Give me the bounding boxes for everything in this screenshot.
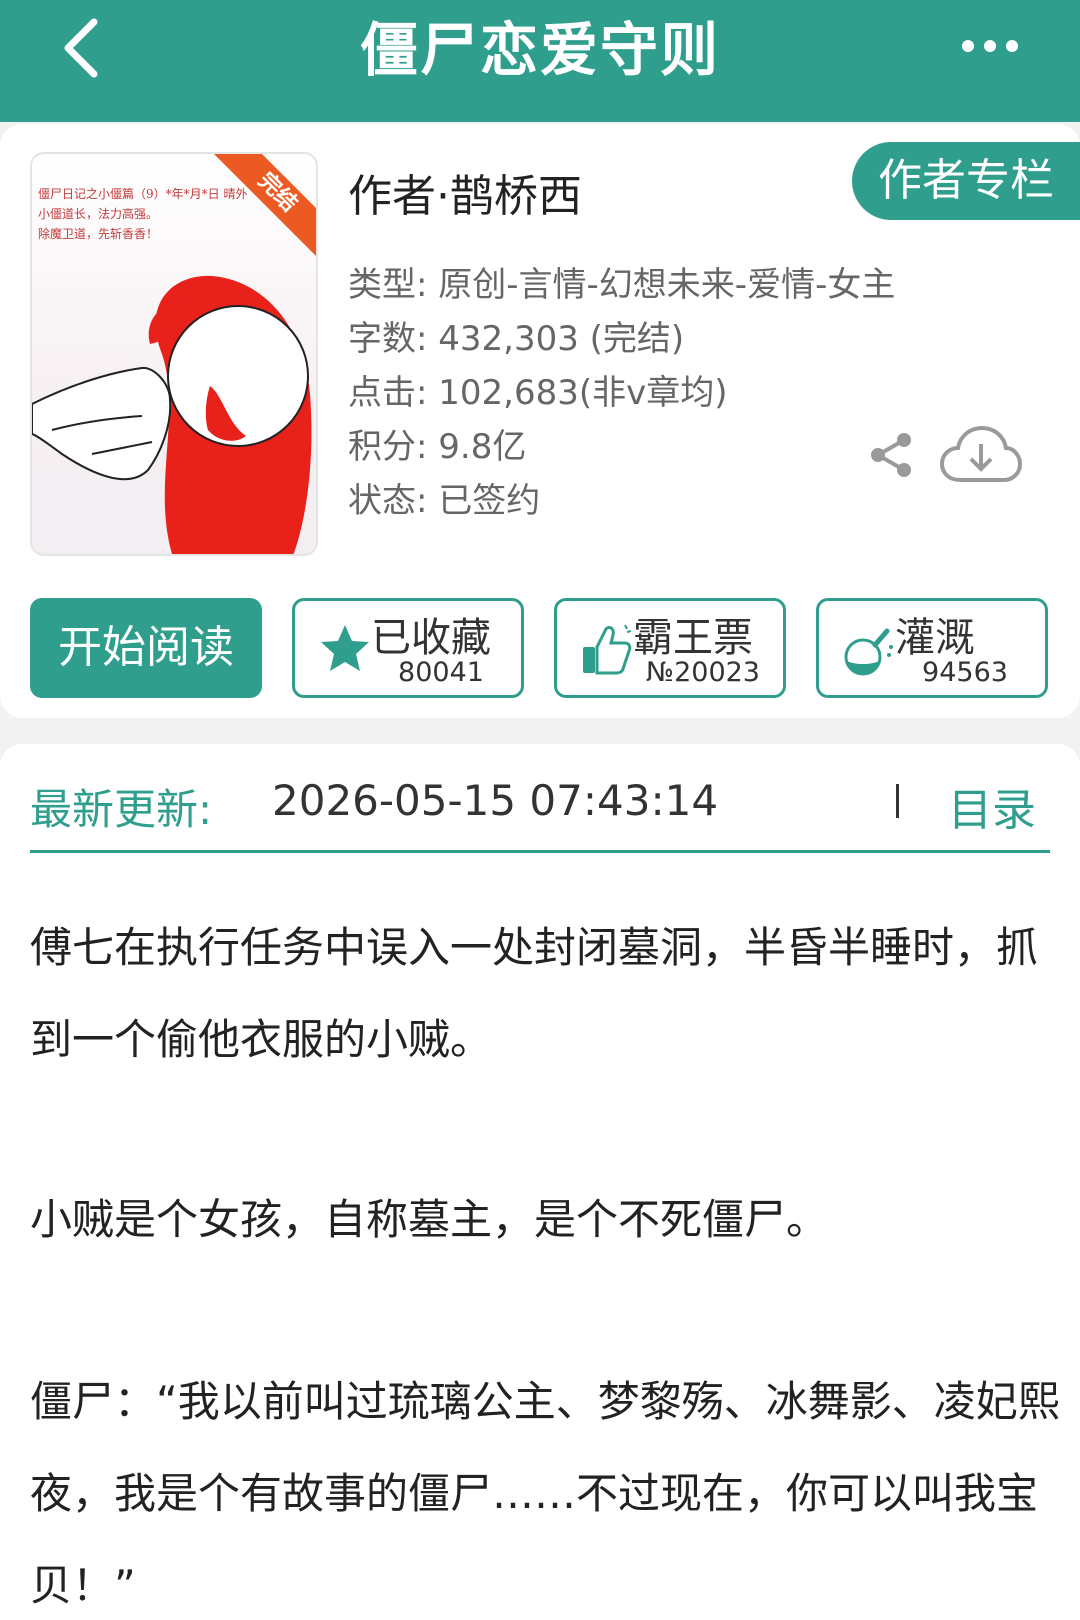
latest-update-label: 最新更新: (30, 785, 213, 834)
author-name[interactable]: 作者·鹊桥西 (348, 160, 582, 224)
click-count: 点击: 102,683(非v章均) (348, 373, 728, 413)
cloud-download-icon (939, 425, 1023, 482)
favorite-count: 80041 (398, 657, 484, 688)
author-column-button[interactable]: 作者专栏 (852, 142, 1080, 220)
share-button[interactable] (866, 430, 916, 480)
start-reading-button[interactable]: 开始阅读 (30, 598, 262, 698)
sign-status: 状态: 已签约 (348, 481, 541, 521)
page-title: 僵尸恋爱守则 (359, 16, 720, 84)
score: 积分: 9.8亿 (348, 427, 527, 467)
book-summary: 傅七在执行任务中误入一处封闭墓洞，半昏半睡时，抓到一个偷他衣服的小贼。 小贼是个… (0, 882, 1080, 1620)
water-label: 灌溉 (895, 615, 975, 661)
favorite-button[interactable]: 已收藏 80041 (292, 598, 524, 698)
summary-paragraph: 僵尸：“我以前叫过琉璃公主、梦黎殇、冰舞影、凌妃熙夜，我是个有故事的僵尸……不过… (30, 1377, 1060, 1610)
cover-illustration (32, 275, 312, 554)
download-button[interactable] (939, 424, 1023, 486)
more-button[interactable] (960, 34, 1020, 58)
update-underline (30, 850, 1050, 853)
vote-count: №20023 (646, 657, 760, 688)
book-meta: 类型: 原创-言情-幻想未来-爱情-女主 字数: 432,303 (完结) 点击… (348, 258, 895, 528)
book-type: 类型: 原创-言情-幻想未来-爱情-女主 (348, 265, 896, 305)
water-count: 94563 (922, 657, 1008, 688)
favorite-label: 已收藏 (371, 615, 491, 661)
share-icon (871, 433, 911, 477)
book-info-card: 僵尸日记之小僵篇（9）*年*月*日 晴外 小僵道长，法力高强。 除魔卫道，先斩香… (0, 124, 1080, 718)
word-count: 字数: 432,303 (完结) (348, 319, 685, 359)
top-bar: 僵尸恋爱守则 (0, 0, 1080, 122)
water-button[interactable]: 灌溉 94563 (816, 598, 1048, 698)
divider (896, 784, 899, 818)
vote-button[interactable]: 霸王票 №20023 (554, 598, 786, 698)
latest-update-bar: 最新更新: 2026-05-15 07:43:14 目录 (0, 744, 1080, 882)
table-of-contents-link[interactable]: 目录 (948, 774, 1036, 838)
more-dots-icon (962, 40, 1018, 52)
summary-paragraph: 傅七在执行任务中误入一处封闭墓洞，半昏半睡时，抓到一个偷他衣服的小贼。 (30, 923, 1039, 1064)
latest-update-time: 2026-05-15 07:43:14 (272, 776, 719, 825)
book-cover[interactable]: 僵尸日记之小僵篇（9）*年*月*日 晴外 小僵道长，法力高强。 除魔卫道，先斩香… (30, 152, 318, 556)
vote-label: 霸王票 (633, 615, 753, 661)
summary-paragraph: 小贼是个女孩，自称墓主，是个不死僵尸。 (30, 1195, 829, 1244)
